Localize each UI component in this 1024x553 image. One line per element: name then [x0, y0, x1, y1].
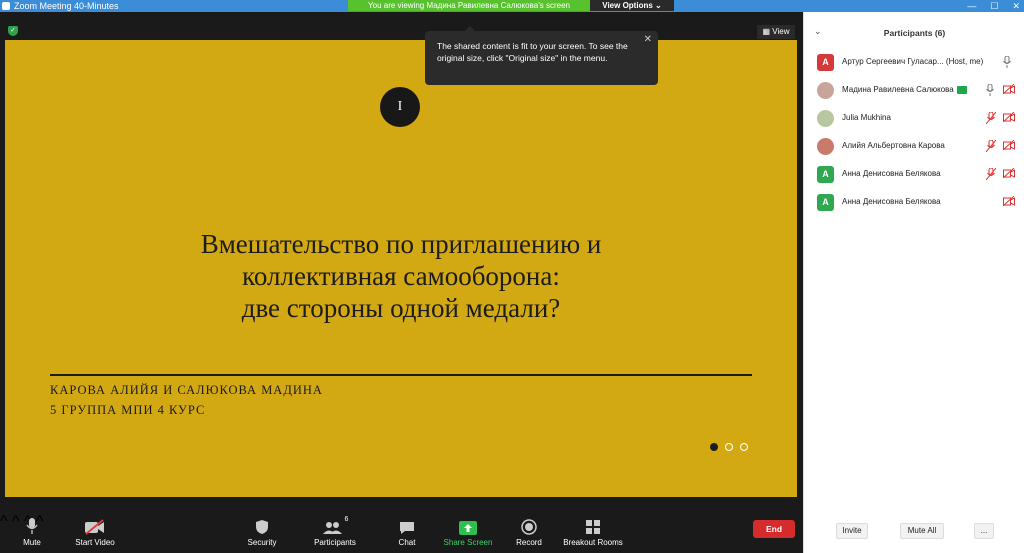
participant-row[interactable]: A Анна Денисовна Белякова	[804, 162, 1024, 188]
participants-icon	[322, 522, 342, 534]
close-icon[interactable]: ✕	[1012, 0, 1020, 12]
mute-all-button[interactable]: Mute All	[900, 523, 944, 539]
window-controls: — ☐ ✕	[967, 0, 1020, 12]
participants-panel: ⌄ Participants (6) A Артур Сергеевич Гул…	[803, 12, 1024, 553]
participant-row[interactable]: Алийя Альбертовна Карова	[804, 134, 1024, 160]
slide-title: Вмешательство по приглашению и коллектив…	[5, 228, 797, 324]
invite-button[interactable]: Invite	[836, 523, 868, 539]
viewing-screen-banner: You are viewing Мадина Равилевна Салюков…	[348, 0, 590, 11]
participant-avatar: A	[817, 166, 834, 183]
microphone-icon[interactable]	[986, 84, 994, 96]
chat-button[interactable]: Chat	[390, 513, 424, 553]
slide-title-line-3: две стороны одной медали?	[241, 293, 561, 323]
breakout-rooms-button[interactable]: Breakout Rooms	[560, 513, 626, 553]
breakout-rooms-icon	[586, 520, 600, 534]
shield-icon[interactable]: ✓	[8, 26, 18, 36]
participant-row[interactable]: Мадина Равилевна Салюкова	[804, 78, 1024, 104]
participant-name: Julia Mukhina	[842, 113, 891, 122]
minimize-icon[interactable]: —	[967, 0, 976, 12]
participants-panel-title: Participants (6)	[883, 28, 946, 38]
view-options-button[interactable]: View Options ⌄	[590, 0, 674, 11]
sharing-screen-icon	[956, 85, 967, 94]
participants-count: 6	[344, 516, 349, 523]
participants-label: Participants	[314, 538, 356, 547]
participant-row[interactable]: A Артур Сергеевич Гуласар... (Host, me)	[804, 50, 1024, 76]
breakout-rooms-label: Breakout Rooms	[563, 538, 623, 547]
slide-group: 5 ГРУППА МПИ 4 КУРС	[50, 403, 206, 417]
tooltip-arrow	[465, 26, 475, 31]
view-button-label: View	[772, 27, 790, 36]
slide-dot-2[interactable]	[725, 443, 733, 451]
record-button[interactable]: Record	[512, 513, 546, 553]
participant-avatar: A	[817, 194, 834, 211]
share-screen-label: Share Screen	[443, 538, 493, 547]
slide-title-line-2: коллективная самооборона:	[242, 261, 560, 291]
slide-divider	[50, 374, 752, 376]
meeting-toolbar: Mute ^ Start Video ^ Security 6 Particip…	[0, 513, 803, 553]
slide-authors: КАРОВА АЛИЙЯ И САЛЮКОВА МАДИНА	[50, 383, 323, 397]
tooltip-text: The shared content is fit to your screen…	[437, 41, 628, 63]
video-off-icon[interactable]	[1003, 140, 1015, 150]
grid-icon: ▦	[762, 27, 771, 36]
slide-title-line-1: Вмешательство по приглашению и	[200, 229, 602, 259]
video-off-icon	[85, 519, 104, 535]
zoom-app-icon	[2, 2, 10, 10]
participant-photo-avatar	[817, 110, 834, 127]
mute-button[interactable]: Mute	[14, 513, 50, 553]
mute-label: Mute	[23, 538, 41, 547]
record-label: Record	[516, 538, 542, 547]
slide-dot-3[interactable]	[740, 443, 748, 451]
microphone-icon	[26, 518, 38, 534]
mute-options-chevron-icon[interactable]: ^	[0, 513, 8, 530]
participant-photo-avatar	[817, 82, 834, 99]
participant-avatar: A	[817, 54, 834, 71]
share-screen-button[interactable]: Share Screen	[440, 513, 496, 553]
chat-icon	[400, 522, 414, 534]
participants-button[interactable]: 6 Participants	[310, 513, 360, 553]
start-video-button[interactable]: Start Video	[70, 513, 120, 553]
participant-photo-avatar	[817, 138, 834, 155]
meeting-area: ✓ ▦ View I Вмешательство по приглашению …	[0, 12, 803, 513]
video-off-icon[interactable]	[1003, 112, 1015, 122]
microphone-muted-icon[interactable]	[986, 168, 996, 180]
participant-name: Анна Денисовна Белякова	[842, 169, 941, 178]
participant-name: Анна Денисовна Белякова	[842, 197, 941, 206]
view-button[interactable]: ▦ View	[757, 25, 795, 39]
security-button[interactable]: Security	[242, 513, 282, 553]
slide-pagination	[710, 443, 748, 451]
window-title: Zoom Meeting 40-Minutes	[14, 1, 119, 11]
slide-badge: I	[380, 87, 420, 127]
fit-screen-tooltip: ✕ The shared content is fit to your scre…	[425, 26, 658, 85]
video-off-icon[interactable]	[1003, 84, 1015, 94]
record-icon	[521, 519, 537, 535]
more-options-button[interactable]: ...	[974, 523, 994, 539]
slide-dot-1[interactable]	[710, 443, 718, 451]
tooltip-close-icon[interactable]: ✕	[644, 34, 652, 46]
participant-name: Алийя Альбертовна Карова	[842, 141, 945, 150]
microphone-muted-icon[interactable]	[986, 140, 996, 152]
microphone-icon[interactable]	[1003, 56, 1011, 68]
security-label: Security	[247, 538, 277, 547]
participant-row[interactable]: Julia Mukhina	[804, 106, 1024, 132]
participant-name-wrap: Мадина Равилевна Салюкова	[842, 85, 967, 94]
maximize-icon[interactable]: ☐	[990, 0, 998, 12]
end-meeting-button[interactable]: End	[753, 520, 795, 538]
video-off-icon[interactable]	[1003, 196, 1015, 206]
chevron-down-icon: ⌄	[655, 1, 662, 10]
start-video-label: Start Video	[75, 538, 115, 547]
participant-name: Артур Сергеевич Гуласар... (Host, me)	[842, 57, 984, 66]
security-shield-icon	[256, 520, 268, 534]
microphone-muted-icon[interactable]	[986, 112, 996, 124]
chat-label: Chat	[398, 538, 416, 547]
participant-name: Мадина Равилевна Салюкова	[842, 85, 954, 94]
participant-row[interactable]: A Анна Денисовна Белякова	[804, 190, 1024, 216]
shared-slide: I Вмешательство по приглашению и коллект…	[5, 40, 797, 497]
view-options-label: View Options	[602, 1, 653, 10]
video-off-icon[interactable]	[1003, 168, 1015, 178]
share-screen-icon	[459, 521, 477, 535]
